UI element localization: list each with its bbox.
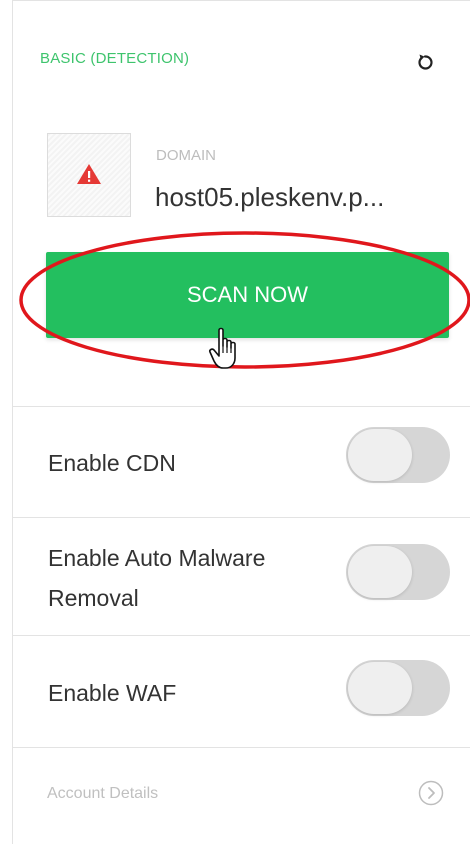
enable-cdn-toggle[interactable] (346, 427, 450, 483)
scan-now-button[interactable]: SCAN NOW (46, 252, 449, 338)
toggle-knob (348, 429, 412, 481)
account-details-link[interactable]: Account Details (47, 785, 158, 803)
domain-value: host05.pleskenv.p... (155, 182, 385, 212)
divider (13, 517, 470, 518)
divider (13, 747, 470, 748)
enable-auto-malware-toggle[interactable] (346, 544, 450, 600)
plan-label: BASIC (DETECTION) (40, 50, 190, 67)
enable-auto-malware-label-line1: Enable Auto Malware (48, 545, 266, 571)
divider (13, 635, 470, 636)
warning-triangle-icon (77, 164, 101, 184)
hand-cursor-icon (209, 327, 236, 369)
enable-auto-malware-label-line2: Removal (48, 585, 139, 611)
enable-waf-label: Enable WAF (48, 680, 177, 706)
toggle-knob (348, 662, 412, 714)
enable-cdn-label: Enable CDN (48, 450, 176, 476)
toggle-knob (348, 546, 412, 598)
scan-now-label: SCAN NOW (187, 282, 308, 307)
enable-waf-toggle[interactable] (346, 660, 450, 716)
site-thumbnail (47, 133, 131, 217)
domain-label: DOMAIN (156, 147, 216, 164)
site-panel: BASIC (DETECTION) DOMAIN host05.pleskenv… (12, 0, 470, 844)
reset-icon[interactable] (412, 49, 438, 75)
divider (13, 406, 470, 407)
panel-header: BASIC (DETECTION) (13, 1, 470, 116)
chevron-right-circle-icon[interactable] (418, 780, 444, 806)
